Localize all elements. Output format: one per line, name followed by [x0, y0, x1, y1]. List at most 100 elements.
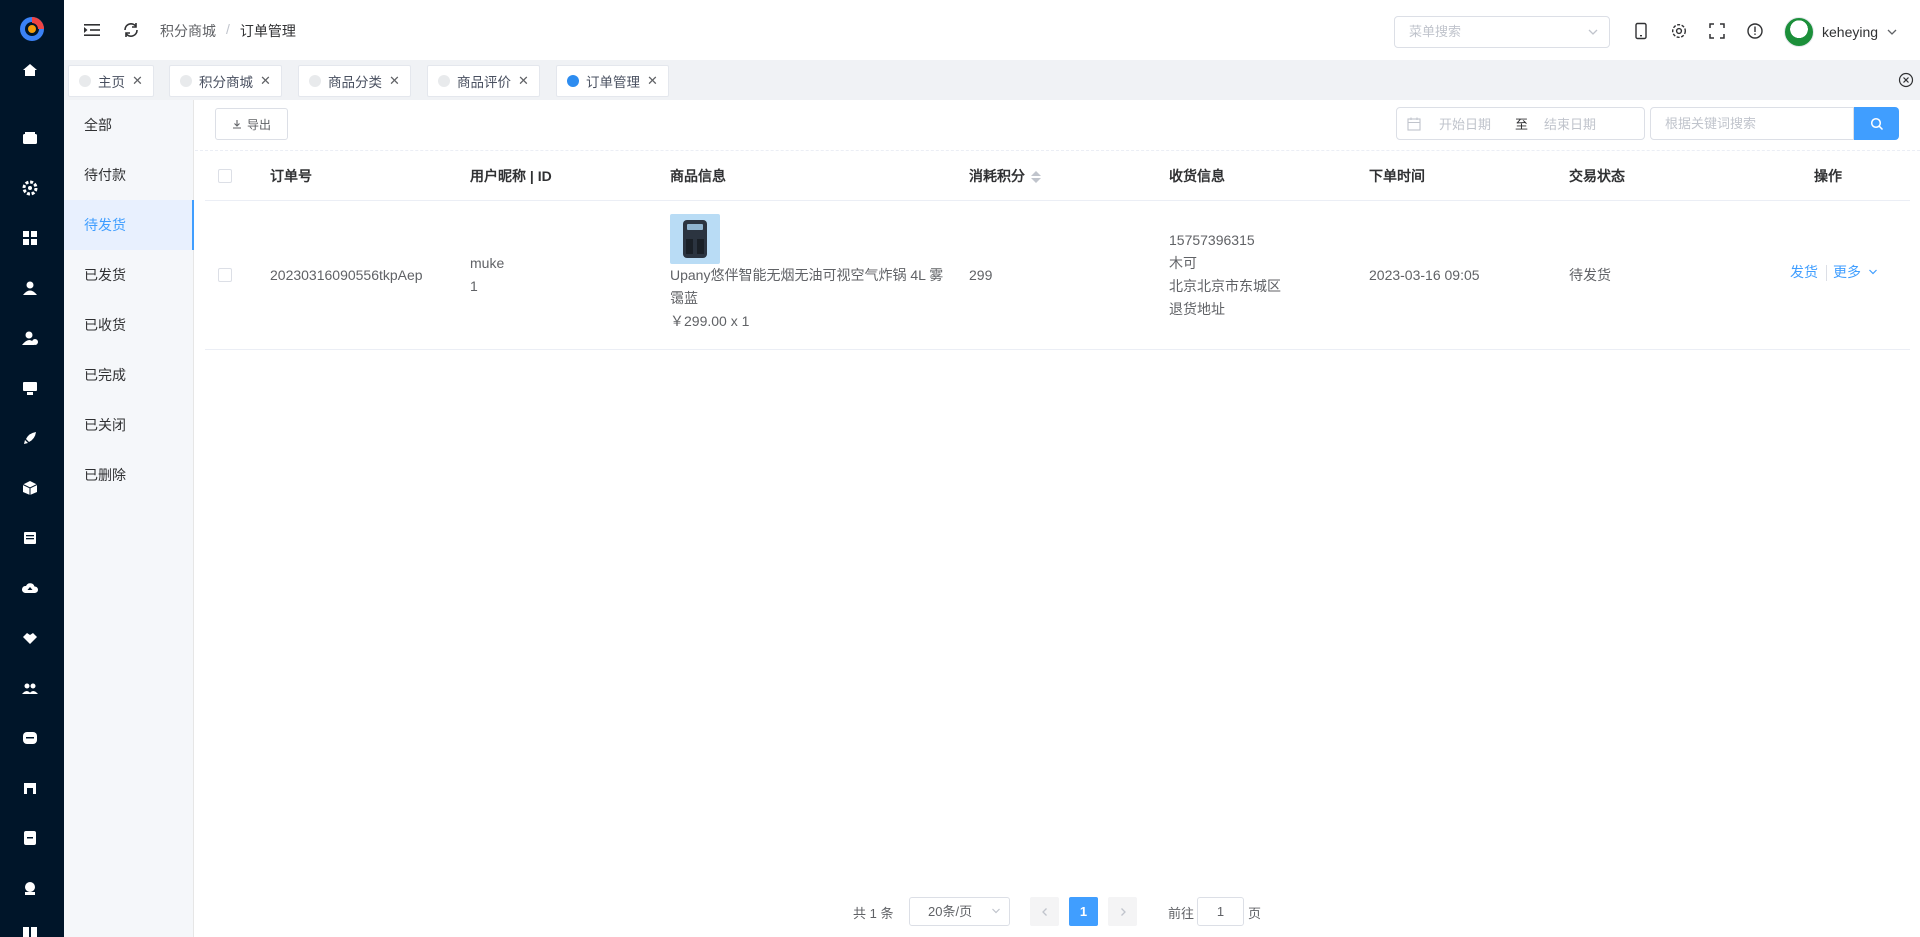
- tab-points-mall[interactable]: 积分商城 ✕: [169, 65, 282, 97]
- tab-label: 积分商城: [199, 75, 253, 90]
- tab-product-review[interactable]: 商品评价 ✕: [427, 65, 540, 97]
- breadcrumb-item-points-mall[interactable]: 积分商城: [160, 21, 216, 41]
- ship-phone: 15757396315: [1169, 232, 1255, 248]
- export-label: 导出: [246, 117, 271, 132]
- product-image[interactable]: [670, 214, 720, 264]
- column-order-no: 订单号: [270, 168, 312, 184]
- status-all[interactable]: 全部: [64, 100, 194, 150]
- breadcrumb-item-order-management: 订单管理: [239, 23, 296, 39]
- more-actions-label: 更多: [1833, 264, 1861, 280]
- refresh-icon[interactable]: [121, 20, 141, 40]
- icon-sidebar: [0, 0, 64, 937]
- status-closed[interactable]: 已关闭: [64, 400, 194, 450]
- home-icon[interactable]: [20, 60, 40, 80]
- page-number-current[interactable]: 1: [1069, 897, 1098, 926]
- page-size-select[interactable]: 20条/页: [909, 897, 1010, 926]
- export-button[interactable]: 导出: [215, 108, 288, 140]
- shop-icon[interactable]: [20, 778, 40, 798]
- close-icon[interactable]: ✕: [132, 73, 143, 89]
- close-all-tabs-icon[interactable]: [1898, 72, 1914, 88]
- select-all-checkbox[interactable]: [218, 169, 232, 183]
- table-row: 20230316090556tkpAep muke 1 Upany悠伴智能无烟无…: [205, 201, 1910, 350]
- user-dropdown[interactable]: keheying: [1784, 16, 1898, 48]
- breadcrumb: 积分商城 / 订单管理: [160, 21, 296, 41]
- mobile-icon[interactable]: [1632, 22, 1650, 40]
- sort-icon[interactable]: [1031, 170, 1041, 184]
- close-icon[interactable]: ✕: [260, 73, 271, 89]
- end-date-input[interactable]: 结束日期: [1544, 114, 1596, 133]
- rocket-icon[interactable]: [20, 428, 40, 448]
- ship-address: 退货地址: [1169, 301, 1225, 317]
- settings-icon[interactable]: [20, 178, 40, 198]
- ship-action-link[interactable]: 发货: [1790, 261, 1818, 284]
- note-icon[interactable]: [20, 828, 40, 848]
- keyword-search-input[interactable]: 根据关键词搜索: [1650, 107, 1854, 140]
- close-icon[interactable]: ✕: [647, 73, 658, 89]
- more-actions-dropdown[interactable]: 更多: [1833, 261, 1878, 284]
- top-header: 积分商城 / 订单管理 菜单搜索 keheying: [64, 0, 1920, 60]
- close-icon[interactable]: ✕: [389, 73, 400, 89]
- start-date-input[interactable]: 开始日期: [1439, 114, 1491, 133]
- status-deleted[interactable]: 已删除: [64, 450, 194, 500]
- status-pending-payment[interactable]: 待付款: [64, 150, 194, 200]
- close-icon[interactable]: ✕: [518, 73, 529, 89]
- logo-icon[interactable]: [18, 15, 46, 43]
- status-completed[interactable]: 已完成: [64, 350, 194, 400]
- tab-label: 订单管理: [586, 75, 640, 90]
- fullscreen-icon[interactable]: [1708, 22, 1726, 40]
- book-icon[interactable]: [20, 922, 40, 937]
- tab-order-management[interactable]: 订单管理 ✕: [556, 65, 669, 97]
- menu-search-placeholder: 菜单搜索: [1409, 24, 1462, 39]
- tab-status-dot: [79, 75, 91, 87]
- status-shipped[interactable]: 已发货: [64, 250, 194, 300]
- tab-label: 商品评价: [457, 75, 511, 90]
- document-icon[interactable]: [20, 528, 40, 548]
- next-page-button[interactable]: [1108, 897, 1137, 926]
- column-status: 交易状态: [1569, 168, 1625, 184]
- chat-icon[interactable]: [20, 728, 40, 748]
- chevron-right-icon: [1120, 907, 1126, 916]
- support-icon[interactable]: [20, 878, 40, 898]
- chevron-down-icon: [1868, 269, 1877, 275]
- points-cost: 299: [969, 267, 993, 283]
- tab-status-dot: [567, 75, 579, 87]
- row-checkbox[interactable]: [218, 268, 232, 282]
- tab-product-category[interactable]: 商品分类 ✕: [298, 65, 411, 97]
- prev-page-button[interactable]: [1030, 897, 1059, 926]
- cloud-upload-icon[interactable]: [20, 578, 40, 598]
- menu-fold-icon[interactable]: [82, 20, 102, 40]
- page-suffix: 页: [1248, 906, 1262, 921]
- order-no: 20230316090556tkpAep: [270, 267, 423, 283]
- package-icon[interactable]: [20, 478, 40, 498]
- menu-search-select[interactable]: 菜单搜索: [1394, 16, 1610, 48]
- gear-icon[interactable]: [1670, 22, 1688, 40]
- tab-status-dot: [180, 75, 192, 87]
- tab-label: 主页: [98, 75, 125, 90]
- team-icon[interactable]: [20, 678, 40, 698]
- user-nickname: muke: [470, 255, 505, 271]
- dashboard-icon[interactable]: [20, 228, 40, 248]
- handshake-icon[interactable]: [20, 628, 40, 648]
- chevron-down-icon: [1887, 29, 1897, 35]
- user-id: 1: [470, 278, 478, 294]
- monitor-icon[interactable]: [20, 378, 40, 398]
- tab-home[interactable]: 主页 ✕: [68, 65, 154, 97]
- info-icon[interactable]: [1746, 22, 1764, 40]
- status-pending-shipment[interactable]: 待发货: [64, 200, 194, 250]
- tab-status-dot: [309, 75, 321, 87]
- column-product: 商品信息: [670, 168, 726, 184]
- ship-name: 木可: [1169, 255, 1197, 271]
- chevron-down-icon: [1588, 29, 1598, 35]
- date-range-picker[interactable]: 开始日期 至 结束日期: [1396, 107, 1645, 140]
- status-received[interactable]: 已收货: [64, 300, 194, 350]
- goto-page-input[interactable]: 1: [1197, 897, 1244, 926]
- username: keheying: [1822, 24, 1879, 40]
- column-points[interactable]: 消耗积分: [969, 151, 1041, 201]
- user-icon[interactable]: [20, 278, 40, 298]
- column-shipping: 收货信息: [1169, 168, 1225, 184]
- wallet-icon[interactable]: [20, 128, 40, 148]
- chevron-down-icon: [992, 908, 1000, 914]
- user-check-icon[interactable]: [20, 328, 40, 348]
- table-header: 订单号 用户昵称 | ID 商品信息 消耗积分 收货信息 下单时间 交易状态 操…: [205, 151, 1910, 201]
- search-button[interactable]: [1854, 107, 1899, 140]
